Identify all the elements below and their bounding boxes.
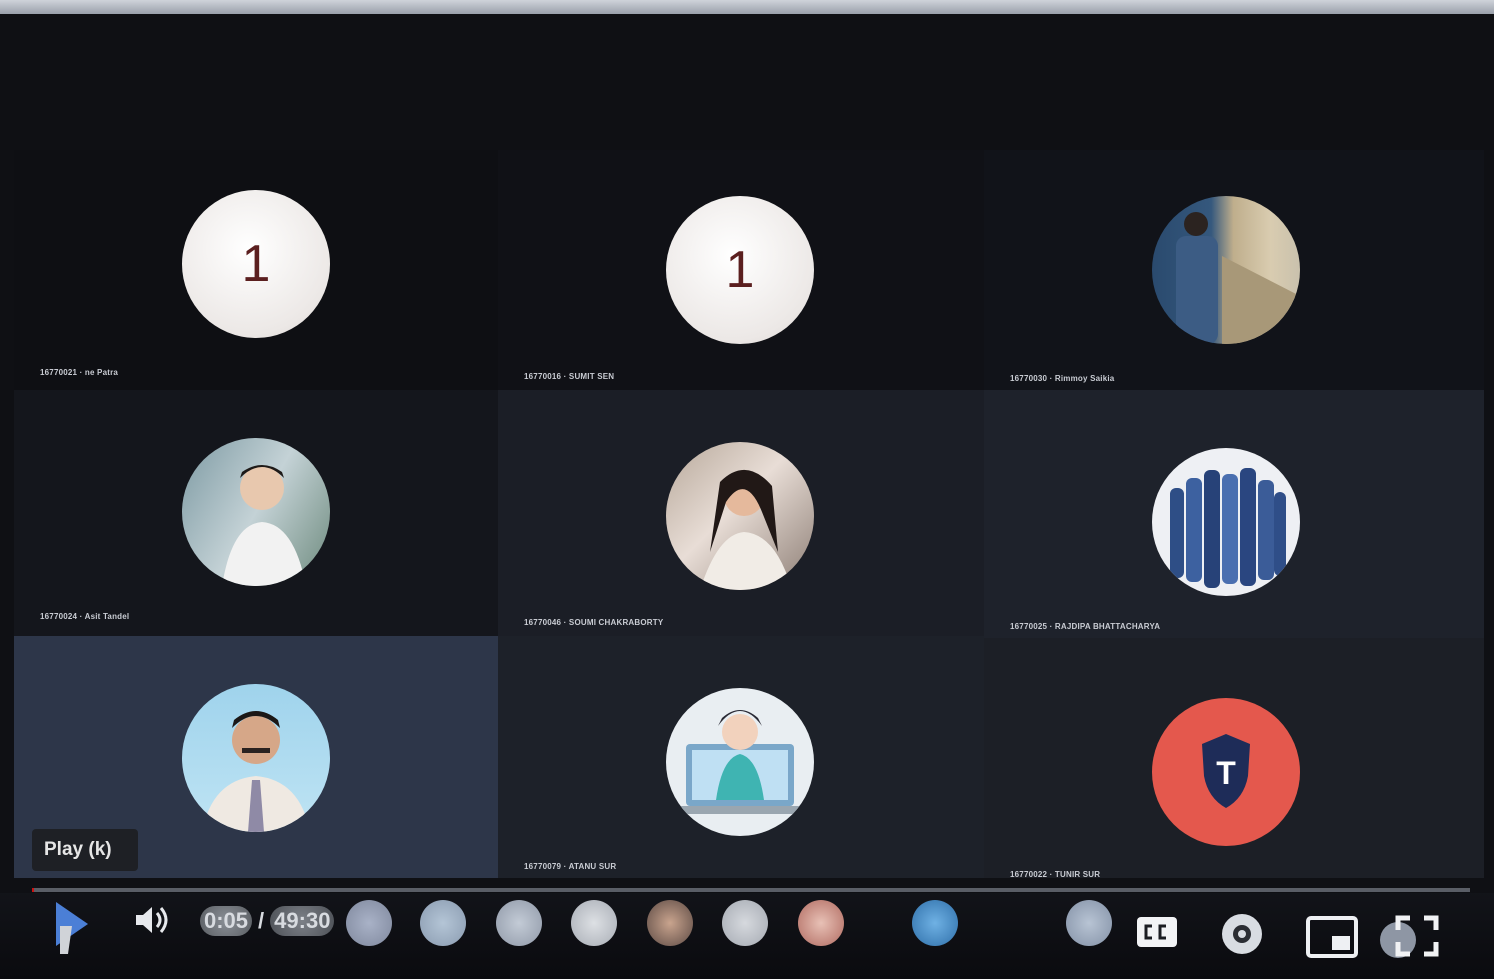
time-display: 0:05 / 49:30 [200, 906, 335, 936]
strip-avatar[interactable] [722, 900, 768, 946]
cartoon-avatar-icon [676, 710, 804, 814]
participant-name: 16770025 · RAJDIPA BHATTACHARYA [1010, 622, 1161, 631]
volume-icon [136, 907, 168, 933]
window-top-edge [0, 0, 1494, 14]
time-duration: 49:30 [270, 906, 335, 936]
avatar-initial: 1 [241, 235, 271, 293]
progress-played [32, 888, 35, 892]
volume-button[interactable] [130, 902, 172, 938]
play-button[interactable] [44, 896, 94, 958]
participant-avatar [1152, 448, 1300, 596]
participant-tile: 16770079 · ATANU SUR [498, 636, 984, 878]
captions-icon [1137, 917, 1177, 947]
person-photo-icon [222, 465, 306, 586]
participant-tile: 16770046 · SOUMI CHAKRABORTY [498, 390, 984, 636]
strip-avatar[interactable] [571, 900, 617, 946]
participant-avatar [182, 438, 330, 586]
participant-name: 16770022 · TUNIR SUR [1010, 870, 1101, 878]
person-photo-icon [1176, 212, 1300, 344]
gear-icon [1222, 914, 1262, 954]
strip-avatar[interactable] [647, 900, 693, 946]
participant-tile: 16770025 · RAJDIPA BHATTACHARYA [984, 390, 1484, 638]
miniplayer-button[interactable] [1304, 914, 1360, 960]
participant-avatar: 1 [182, 190, 330, 338]
captions-button[interactable] [1134, 912, 1180, 952]
group-photo-icon [1170, 468, 1286, 588]
settings-button[interactable] [1216, 908, 1268, 960]
avatar-initial: 1 [725, 241, 755, 299]
strip-avatar[interactable] [346, 900, 392, 946]
miniplayer-icon [1306, 916, 1358, 958]
participant-tile: 1 16770021 · ne Patra [14, 150, 498, 390]
participant-avatar: 1 [666, 196, 814, 344]
participant-name: 16770030 · Rimmoy Saikia [1010, 374, 1115, 383]
person-photo-icon [202, 711, 310, 832]
strip-avatar[interactable] [1066, 900, 1112, 946]
participant-avatar [182, 684, 330, 832]
person-photo-icon [700, 469, 792, 590]
time-separator: / [258, 908, 265, 933]
fullscreen-button[interactable] [1376, 910, 1446, 962]
participant-tile: T 16770022 · TUNIR SUR [984, 638, 1484, 878]
participant-grid: 1 16770021 · ne Patra 1 16770016 · SUMIT… [14, 150, 1484, 878]
shield-icon: T [1202, 734, 1250, 808]
strip-avatar[interactable] [798, 900, 844, 946]
play-icon [56, 902, 88, 954]
strip-avatar[interactable] [912, 900, 958, 946]
participant-name: 16770024 · Asit Tandel [40, 612, 130, 621]
participant-avatar [1152, 196, 1300, 344]
participant-avatar: T [1152, 698, 1300, 846]
participant-tile: 16770024 · Asit Tandel [14, 390, 498, 636]
shield-letter: T [1216, 755, 1236, 791]
participant-tile: 16770030 · Rimmoy Saikia [984, 150, 1484, 394]
progress-bar[interactable] [32, 888, 1470, 892]
participant-name: 16770079 · ATANU SUR [524, 862, 617, 871]
participant-name: 16770021 · ne Patra [40, 368, 119, 377]
strip-avatar[interactable] [420, 900, 466, 946]
time-current: 0:05 [200, 906, 253, 936]
participant-tile: 1 16770016 · SUMIT SEN [498, 150, 984, 390]
fullscreen-icon [1380, 915, 1439, 958]
participant-name: 16770016 · SUMIT SEN [524, 372, 615, 381]
participant-name: 16770046 · SOUMI CHAKRABORTY [524, 618, 664, 627]
play-tooltip: Play (k) [32, 829, 138, 871]
strip-avatar[interactable] [496, 900, 542, 946]
participant-avatar [666, 442, 814, 590]
participant-avatar [666, 688, 814, 836]
